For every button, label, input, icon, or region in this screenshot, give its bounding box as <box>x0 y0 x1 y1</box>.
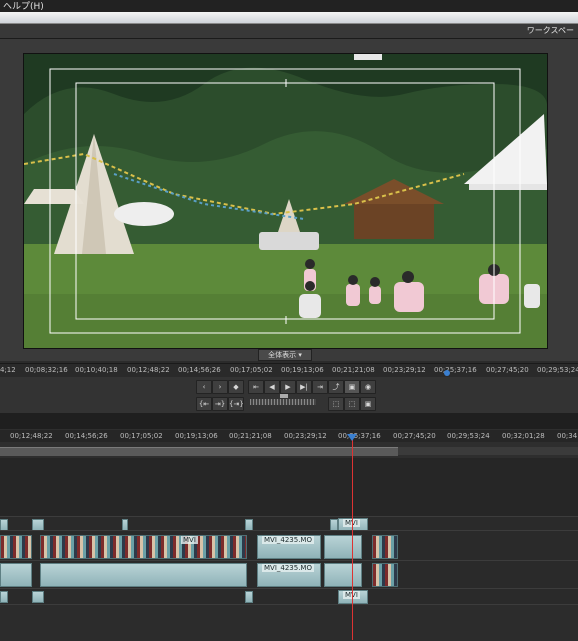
ruler-tick: 00;08;32;16 <box>25 366 68 374</box>
jog-shuttle[interactable] <box>250 399 316 405</box>
go-to-out-icon[interactable]: ⇥ <box>312 380 328 394</box>
zoom-dropdown[interactable]: 全体表示 ▾ <box>258 349 312 361</box>
panel-divider[interactable] <box>0 413 578 429</box>
video-frame-image <box>24 54 547 348</box>
output-icon[interactable]: ▣ <box>360 397 376 411</box>
clip[interactable] <box>372 563 398 587</box>
ruler-tick: 00;21;21;08 <box>332 366 375 374</box>
safe-margins-icon[interactable]: ▣ <box>344 380 360 394</box>
ruler-tick: 00;14;56;26 <box>65 432 108 440</box>
clip-mvi-4235-audio[interactable]: MVI_4235.MO <box>257 563 321 587</box>
clip[interactable] <box>245 591 253 603</box>
mark-in-icon[interactable]: ‹ <box>196 380 212 394</box>
menu-bar: ヘルプ(H) <box>0 0 578 12</box>
clip[interactable] <box>32 591 44 603</box>
ruler-tick: 4;12 <box>0 366 16 374</box>
monitor-playhead-marker[interactable] <box>444 370 450 376</box>
ruler-tick: 00;25;37;16 <box>338 432 381 440</box>
clip-label: MVI_4235.MO <box>262 536 314 544</box>
lift-icon[interactable]: ⤴ <box>328 380 344 394</box>
track-empty-lower <box>0 604 578 641</box>
ruler-tick: 00;19;13;06 <box>281 366 324 374</box>
ruler-tick: 00;12;48;22 <box>10 432 53 440</box>
ruler-tick: 00;19;13;06 <box>175 432 218 440</box>
ruler-tick: 00;17;05;02 <box>120 432 163 440</box>
clip-label: MVI <box>181 536 198 544</box>
step-back-icon[interactable]: ◀ <box>264 380 280 394</box>
ruler-tick: 00;23;29;12 <box>383 366 426 374</box>
clip[interactable]: MVI <box>40 535 247 559</box>
export-frame-icon[interactable]: ◉ <box>360 380 376 394</box>
extract-icon[interactable]: ⬚ <box>344 397 360 411</box>
work-area-bar[interactable] <box>0 447 398 456</box>
clip[interactable] <box>324 563 362 587</box>
go-to-prev-edit-icon[interactable]: {⇤ <box>196 397 212 411</box>
track-audio-2[interactable]: MVI <box>0 588 578 605</box>
go-to-in-icon[interactable]: ⇤ <box>248 380 264 394</box>
timeline-playhead[interactable] <box>352 438 353 640</box>
empty-track-area <box>0 458 578 517</box>
title-bar <box>0 12 578 24</box>
step-forward-icon[interactable]: ▶| <box>296 380 312 394</box>
clip[interactable] <box>324 535 362 559</box>
ruler-tick: 00;21;21;08 <box>229 432 272 440</box>
video-frame[interactable] <box>23 53 548 349</box>
monitor-time-ruler[interactable]: 4;12 00;08;32;16 00;10;40;18 00;12;48;22… <box>0 363 578 378</box>
ruler-tick: 00;10;40;18 <box>75 366 118 374</box>
add-marker-icon[interactable]: ◆ <box>228 380 244 394</box>
track-video-upper[interactable]: MVI <box>0 516 578 532</box>
ruler-tick: 00;23;29;12 <box>284 432 327 440</box>
timeline-time-ruler[interactable]: 00;12;48;22 00;14;56;26 00;17;05;02 00;1… <box>0 430 578 442</box>
transport-controls: ‹ › ◆ ⇤ ◀ ▶ ▶| ⇥ ⤴ ▣ ◉ {⇤ ⇥} {⇥} ⬚ ⬚ ▣ <box>0 377 578 413</box>
ruler-tick: 00;14;56;26 <box>178 366 221 374</box>
workspace-bar: ワークスペー <box>0 24 578 39</box>
track-video-1[interactable]: MVI MVI_4235.MO <box>0 530 578 561</box>
clip-label: MVI_4235.MO <box>262 564 314 572</box>
play-icon[interactable]: ▶ <box>280 380 296 394</box>
track-audio-1[interactable]: MVI_4235.MO <box>0 560 578 589</box>
workspace-selector[interactable]: ワークスペー <box>527 25 574 36</box>
zoom-label: 全体表示 <box>268 351 297 359</box>
ruler-tick: 00;34 <box>557 432 578 440</box>
go-to-next-edit-icon[interactable]: ⇥} <box>212 397 228 411</box>
clip[interactable] <box>0 563 32 587</box>
clip[interactable] <box>0 535 32 559</box>
clip-mvi[interactable]: MVI <box>338 590 368 604</box>
clip[interactable] <box>372 535 398 559</box>
ruler-tick: 00;27;45;20 <box>486 366 529 374</box>
ruler-tick: 00;29;53;24 <box>537 366 578 374</box>
clip[interactable] <box>40 563 247 587</box>
clip[interactable] <box>0 591 8 603</box>
work-area-bar-remainder <box>398 447 578 455</box>
ruler-tick: 00;32;01;28 <box>502 432 545 440</box>
ruler-tick: 00;17;05;02 <box>230 366 273 374</box>
play-in-to-out-icon[interactable]: {⇥} <box>228 397 244 411</box>
shuttle-handle[interactable] <box>280 394 288 398</box>
trim-icon[interactable]: ⬚ <box>328 397 344 411</box>
mark-out-icon[interactable]: › <box>212 380 228 394</box>
clip-mvi-4235[interactable]: MVI_4235.MO <box>257 535 321 559</box>
ruler-tick: 00;29;53;24 <box>447 432 490 440</box>
ruler-tick: 00;25;37;16 <box>434 366 477 374</box>
menu-help[interactable]: ヘルプ(H) <box>3 0 44 12</box>
ruler-tick: 00;12;48;22 <box>127 366 170 374</box>
ruler-tick: 00;27;45;20 <box>393 432 436 440</box>
